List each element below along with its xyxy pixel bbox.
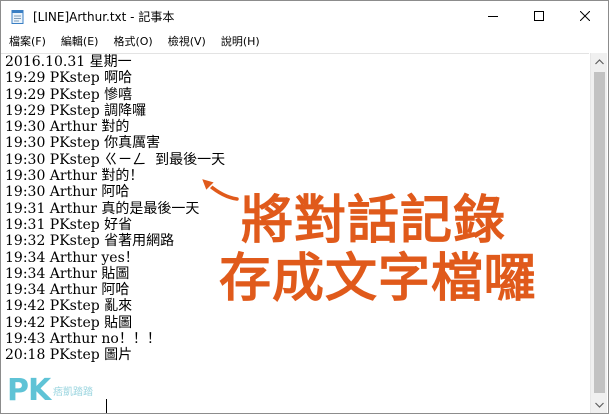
close-button[interactable]: [562, 1, 608, 31]
menu-format[interactable]: 格式(O): [105, 32, 159, 52]
watermark-logo: PK: [7, 373, 51, 408]
title-bar[interactable]: [LINE]Arthur.txt - 記事本: [1, 1, 608, 32]
scroll-up-button[interactable]: [591, 53, 608, 70]
scroll-down-arrow-icon: [595, 402, 604, 408]
text-line: 19:29 PKstep 調降囉: [5, 102, 147, 119]
text-line: 19:34 Arthur 阿哈: [5, 282, 130, 299]
text-line: 2016.10.31 星期一: [5, 54, 132, 70]
text-line: 19:30 Arthur 對的！: [5, 168, 144, 185]
scroll-up-arrow-icon: [595, 58, 604, 64]
minimize-button[interactable]: [470, 1, 516, 31]
notepad-window: [LINE]Arthur.txt - 記事本 檔案(F) 編輯(E) 格式(O)…: [0, 0, 609, 414]
menu-edit[interactable]: 編輯(E): [53, 32, 106, 52]
scrollbar-thumb[interactable]: [594, 72, 605, 393]
text-line: 19:31 Arthur 真的是最後一天: [5, 200, 200, 217]
text-line: 19:29 PKstep 慘嘻: [5, 86, 133, 103]
watermark-caption: 痞凱踏踏: [53, 387, 93, 398]
text-line: 19:30 PKstep ㄍㄧㄥ 到最後一天: [5, 151, 226, 168]
text-content: 2016.10.31 星期一 19:29 PKstep 啊哈 19:29 PKs…: [5, 54, 225, 364]
menu-view[interactable]: 檢視(V): [160, 32, 213, 52]
menu-file[interactable]: 檔案(F): [1, 32, 53, 52]
text-line: 19:32 PKstep 省著用網路: [5, 233, 175, 250]
minimize-icon: [488, 16, 498, 17]
scroll-down-button[interactable]: [591, 396, 608, 413]
maximize-button[interactable]: [516, 1, 562, 31]
text-line: 19:30 Arthur 阿哈: [5, 184, 130, 201]
overlay-caption-line2: 存成文字檔囉: [219, 249, 538, 309]
text-line: 19:34 Arthur 貼圖: [5, 265, 130, 282]
menu-help[interactable]: 說明(H): [213, 32, 267, 52]
watermark: PK 痞凱踏踏: [7, 371, 117, 411]
text-line: 19:30 Arthur 對的: [5, 119, 130, 136]
close-icon: [580, 11, 590, 21]
text-line: 20:18 PKstep 圖片: [5, 347, 133, 364]
text-line: 19:42 PKstep 亂來: [5, 298, 133, 315]
text-line: 19:31 PKstep 好省: [5, 216, 133, 233]
menu-bar: 檔案(F) 編輯(E) 格式(O) 檢視(V) 說明(H): [1, 32, 608, 52]
vertical-scrollbar[interactable]: [590, 53, 607, 413]
text-line: 19:43 Arthur no！！！: [5, 331, 161, 348]
text-line: 19:34 Arthur yes！: [5, 249, 139, 266]
text-line: 19:29 PKstep 啊哈: [5, 70, 133, 87]
text-line: 19:42 PKstep 貼圖: [5, 314, 133, 331]
window-title: [LINE]Arthur.txt - 記事本: [33, 10, 175, 24]
maximize-icon: [534, 11, 544, 21]
text-line: 19:30 PKstep 你真厲害: [5, 135, 161, 152]
arrow-icon: [199, 176, 241, 203]
notepad-icon: [11, 10, 24, 24]
